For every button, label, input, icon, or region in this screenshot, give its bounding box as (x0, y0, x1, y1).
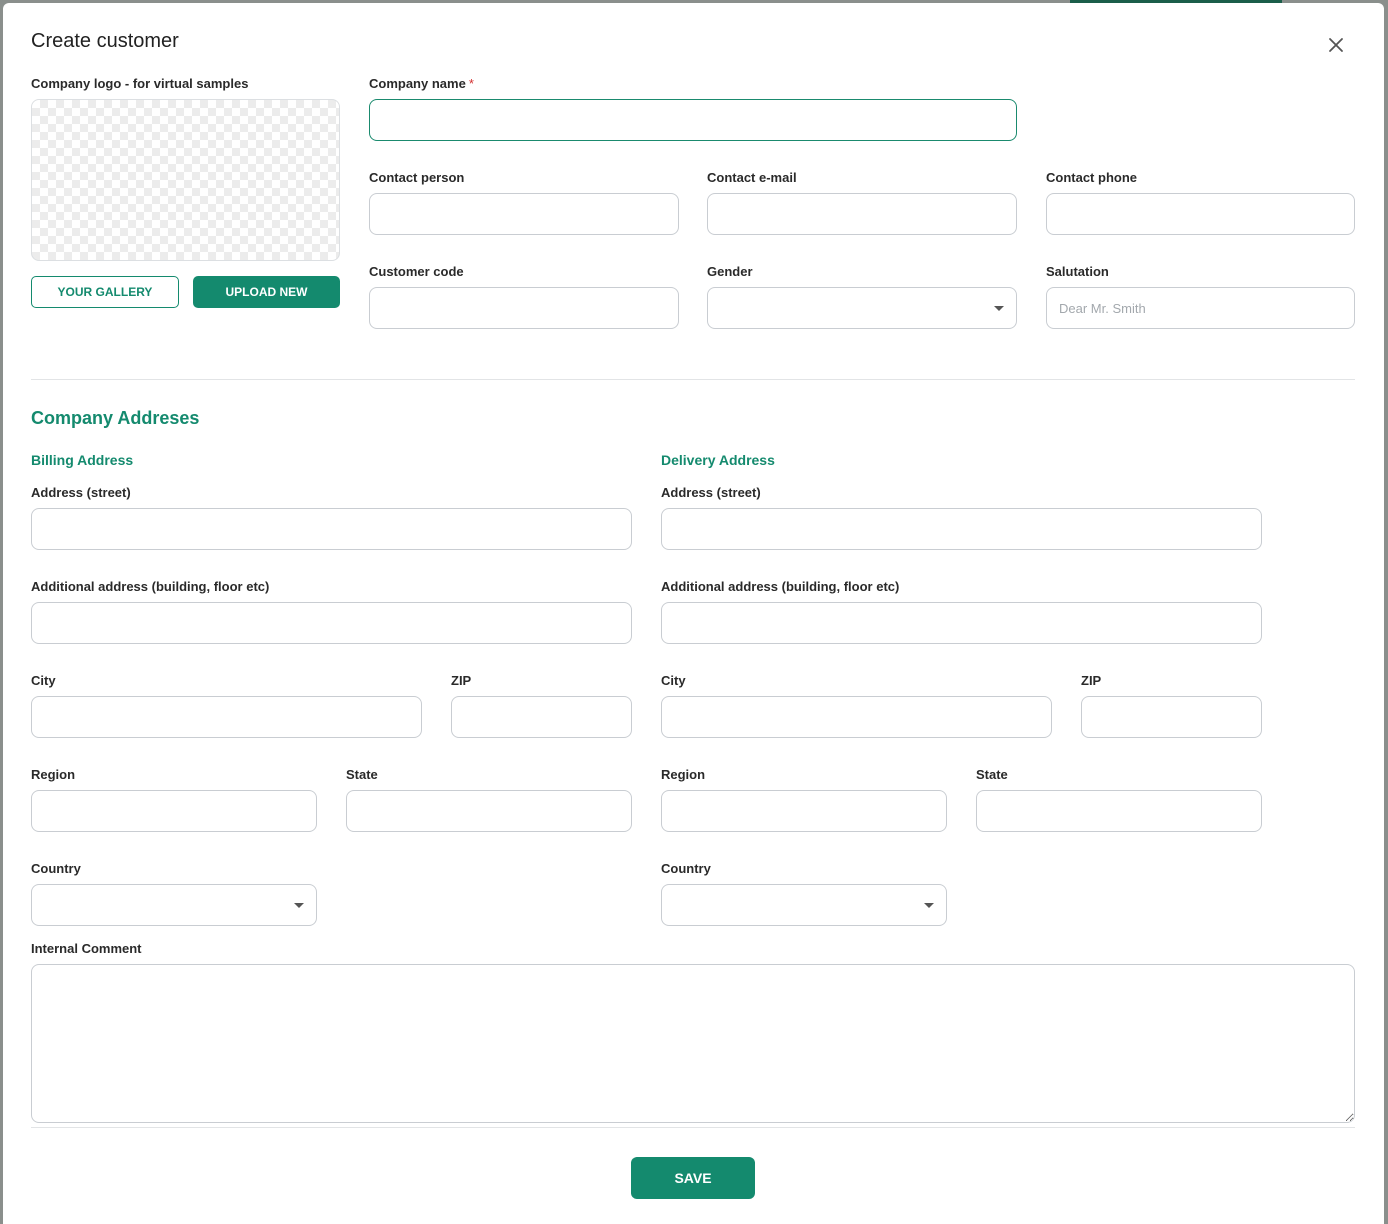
customer-code-label: Customer code (369, 264, 464, 279)
billing-region-input[interactable] (31, 790, 317, 832)
company-name-label-text: Company name (369, 76, 466, 91)
contact-person-label: Contact person (369, 170, 465, 185)
close-icon[interactable] (1324, 33, 1348, 57)
your-gallery-button[interactable]: YOUR GALLERY (31, 276, 179, 308)
salutation-label: Salutation (1046, 264, 1109, 279)
contact-person-input[interactable] (369, 193, 679, 235)
delivery-zip-input[interactable] (1081, 696, 1262, 738)
billing-region-label: Region (31, 767, 76, 782)
company-logo-label: Company logo - for virtual samples (31, 76, 249, 91)
section-divider (31, 379, 1355, 380)
gender-label: Gender (707, 264, 753, 279)
contact-email-label: Contact e-mail (707, 170, 797, 185)
chevron-down-icon (994, 306, 1004, 311)
company-name-input[interactable] (369, 99, 1017, 141)
billing-address-title: Billing Address (31, 452, 134, 468)
delivery-region-input[interactable] (661, 790, 947, 832)
delivery-state-label: State (976, 767, 1008, 782)
salutation-input[interactable] (1046, 287, 1355, 329)
internal-comment-textarea[interactable] (31, 964, 1355, 1123)
company-name-label: Company name * (369, 76, 474, 91)
billing-street-input[interactable] (31, 508, 632, 550)
contact-phone-label: Contact phone (1046, 170, 1137, 185)
footer-divider (31, 1127, 1355, 1128)
contact-phone-input[interactable] (1046, 193, 1355, 235)
billing-city-input[interactable] (31, 696, 422, 738)
delivery-additional-label: Additional address (building, floor etc) (661, 579, 900, 594)
delivery-state-input[interactable] (976, 790, 1262, 832)
customer-code-input[interactable] (369, 287, 679, 329)
billing-state-input[interactable] (346, 790, 632, 832)
dialog-title: Create customer (31, 30, 179, 52)
billing-city-label: City (31, 673, 56, 688)
delivery-city-input[interactable] (661, 696, 1052, 738)
delivery-street-label: Address (street) (661, 485, 761, 500)
delivery-additional-input[interactable] (661, 602, 1262, 644)
gender-select[interactable] (707, 287, 1017, 329)
delivery-country-select[interactable] (661, 884, 947, 926)
delivery-address-title: Delivery Address (661, 452, 775, 468)
delivery-country-label: Country (661, 861, 711, 876)
create-customer-dialog: Create customer Company logo - for virtu… (3, 3, 1384, 1224)
required-marker: * (468, 76, 474, 91)
billing-additional-label: Additional address (building, floor etc) (31, 579, 270, 594)
company-addresses-title: Company Addreses (31, 408, 200, 428)
delivery-city-label: City (661, 673, 686, 688)
chevron-down-icon (924, 903, 934, 908)
billing-additional-input[interactable] (31, 602, 632, 644)
save-button[interactable]: SAVE (631, 1157, 755, 1199)
billing-country-label: Country (31, 861, 81, 876)
chevron-down-icon (294, 903, 304, 908)
contact-email-input[interactable] (707, 193, 1017, 235)
billing-state-label: State (346, 767, 378, 782)
delivery-zip-label: ZIP (1081, 673, 1102, 688)
delivery-region-label: Region (661, 767, 706, 782)
billing-zip-input[interactable] (451, 696, 632, 738)
billing-country-select[interactable] (31, 884, 317, 926)
billing-street-label: Address (street) (31, 485, 131, 500)
billing-zip-label: ZIP (451, 673, 472, 688)
company-logo-preview (31, 99, 340, 261)
upload-new-button[interactable]: UPLOAD NEW (193, 276, 340, 308)
internal-comment-label: Internal Comment (31, 941, 142, 956)
delivery-street-input[interactable] (661, 508, 1262, 550)
